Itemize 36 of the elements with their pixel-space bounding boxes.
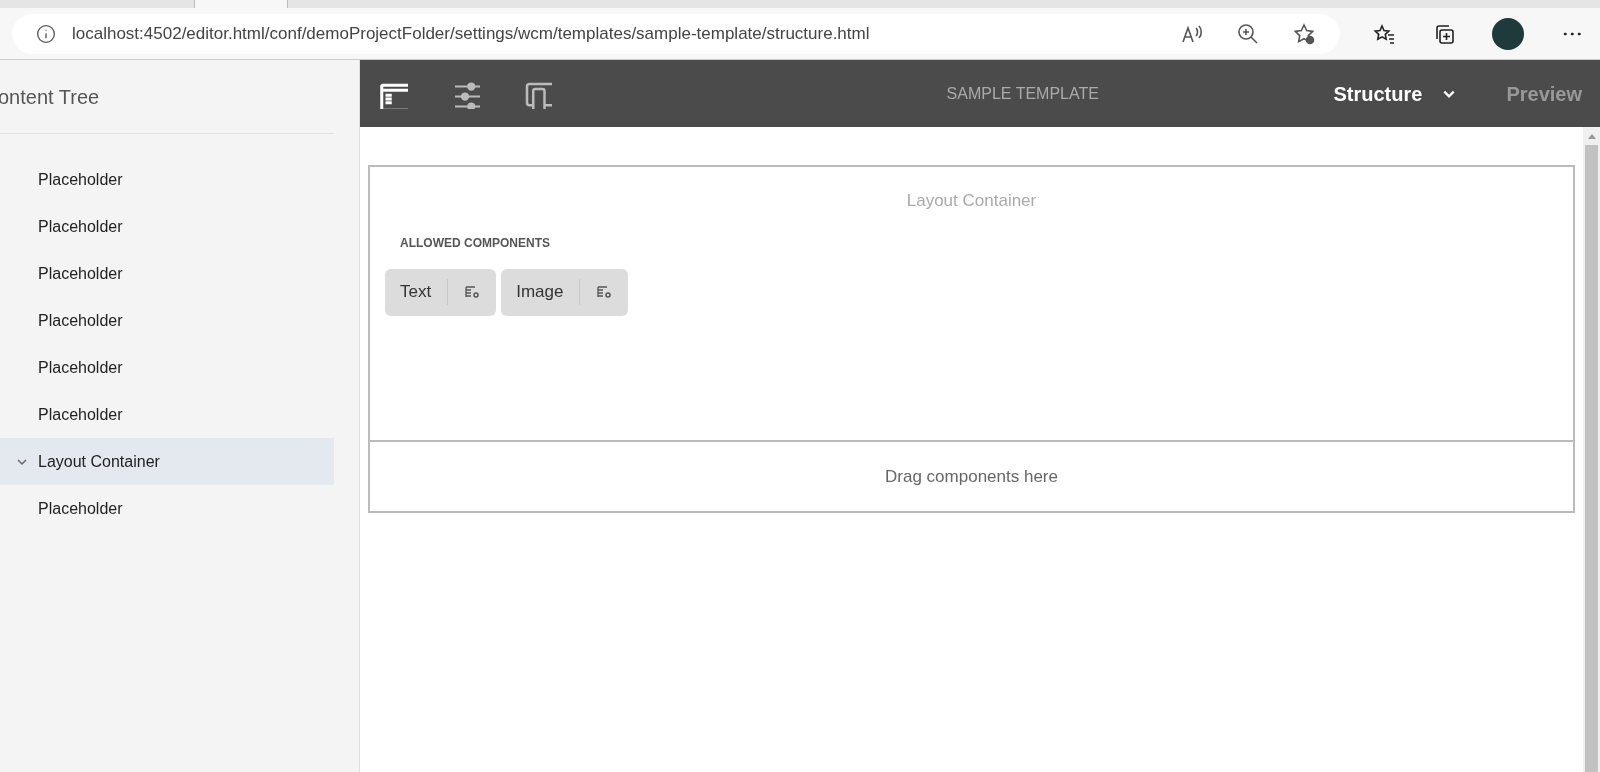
add-favorite-icon[interactable] — [1292, 21, 1316, 46]
tree-item-label: Placeholder — [38, 216, 123, 237]
layout-container[interactable]: Layout Container ALLOWED COMPONENTS Text Image — [368, 165, 1575, 442]
tree-item-label: Placeholder — [38, 498, 123, 519]
policy-icon[interactable] — [464, 284, 481, 300]
mode-dropdown[interactable]: Structure — [1333, 78, 1457, 109]
allowed-components-heading: ALLOWED COMPONENTS — [400, 234, 551, 252]
url-text: localhost:4502/editor.html/conf/demoProjectFolder/settings/wcm/templates/sample-template/structure.html — [72, 22, 870, 45]
tree-item-label: Layout Container — [38, 451, 160, 472]
tree-item[interactable]: Placeholder — [0, 391, 334, 438]
component-label: Image — [516, 281, 564, 304]
profile-avatar[interactable] — [1492, 17, 1524, 50]
drop-zone-label: Drag components here — [885, 465, 1058, 488]
component-label: Text — [400, 281, 432, 304]
tree-item-label: Placeholder — [38, 169, 123, 190]
tree-item-label: Placeholder — [38, 310, 123, 331]
tree-item[interactable]: Placeholder — [0, 250, 334, 297]
address-bar[interactable]: localhost:4502/editor.html/conf/demoProjectFolder/settings/wcm/templates/sample-template/structure.html — [12, 13, 1340, 54]
template-title: SAMPLE TEMPLATE — [946, 83, 1099, 104]
tree-item-label: Placeholder — [38, 357, 123, 378]
zoom-in-icon[interactable] — [1236, 21, 1260, 46]
drop-zone[interactable]: Drag components here — [368, 442, 1575, 513]
tree-item[interactable]: Layout Container — [0, 438, 334, 485]
tree-item[interactable]: Placeholder — [0, 203, 334, 250]
tree-item[interactable]: Placeholder — [0, 156, 334, 203]
container-title: Layout Container — [906, 190, 1037, 212]
tree-item[interactable]: Placeholder — [0, 297, 334, 344]
tree-item[interactable]: Placeholder — [0, 485, 334, 532]
scrollbar[interactable] — [1583, 127, 1600, 772]
info-icon[interactable] — [36, 23, 56, 44]
component-chip[interactable]: Text — [385, 268, 497, 316]
component-chip[interactable]: Image — [501, 268, 629, 316]
tree-item-label: Placeholder — [38, 404, 123, 425]
policy-icon[interactable] — [596, 284, 613, 300]
tree-item-label: Placeholder — [38, 263, 123, 284]
tree-item[interactable]: Placeholder — [0, 344, 334, 391]
